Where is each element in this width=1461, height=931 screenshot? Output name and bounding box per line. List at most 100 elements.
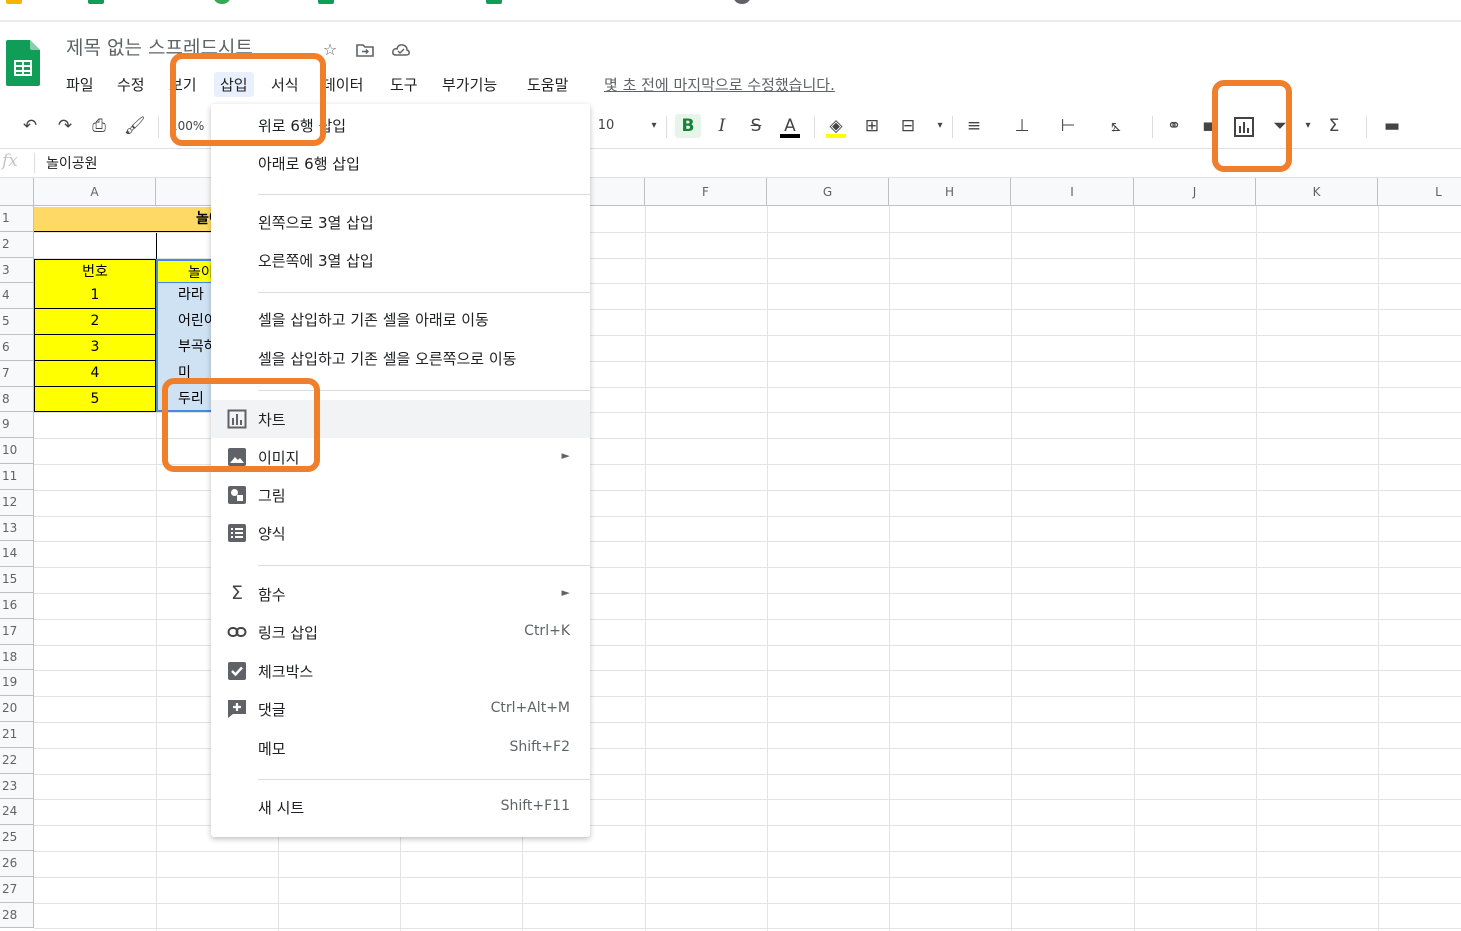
- font-size-select[interactable]: 10: [596, 114, 616, 138]
- insert-cells-shift-right-item[interactable]: 셀을 삽입하고 기존 셀을 오른쪽으로 이동: [211, 339, 590, 377]
- insert-form-item[interactable]: 양식: [211, 514, 590, 552]
- column-header-f[interactable]: F: [645, 178, 767, 206]
- merge-cells-icon[interactable]: ⊟: [898, 114, 918, 138]
- insert-cols-left-item[interactable]: 왼쪽으로 3열 삽입: [211, 203, 590, 241]
- row-header-13[interactable]: 13: [0, 515, 34, 542]
- row-header-4[interactable]: 4: [0, 283, 34, 310]
- bookmark-icon[interactable]: [734, 0, 750, 4]
- borders-icon[interactable]: ⊞: [862, 114, 882, 138]
- bold-button[interactable]: B: [675, 114, 701, 138]
- row-header-15[interactable]: 15: [0, 567, 34, 593]
- row-header-8[interactable]: 8: [0, 386, 34, 413]
- link-icon[interactable]: ⚭: [1164, 114, 1184, 138]
- align-horizontal-icon[interactable]: ≡: [964, 114, 984, 138]
- functions-button[interactable]: Σ: [1324, 114, 1344, 138]
- insert-checkbox-item[interactable]: 체크박스: [211, 652, 590, 690]
- row-header-23[interactable]: 23: [0, 773, 34, 800]
- formula-input[interactable]: 놀이공원: [46, 153, 98, 173]
- menu-tools[interactable]: 도구: [384, 72, 424, 97]
- menu-divider: [258, 779, 590, 780]
- insert-link-item[interactable]: 링크 삽입 Ctrl+K: [211, 613, 590, 651]
- bookmark-icon[interactable]: [318, 0, 334, 4]
- chevron-down-icon[interactable]: ▾: [1298, 114, 1318, 138]
- insert-comment-item[interactable]: 댓글 Ctrl+Alt+M: [211, 690, 590, 728]
- chevron-down-icon[interactable]: ▾: [930, 114, 950, 138]
- text-wrap-icon[interactable]: ⊢: [1058, 114, 1078, 138]
- chevron-down-icon[interactable]: ▾: [644, 114, 664, 138]
- redo-icon[interactable]: ↷: [55, 114, 75, 138]
- bookmark-icon[interactable]: [6, 0, 22, 4]
- column-header-g[interactable]: G: [767, 178, 889, 206]
- row-header-26[interactable]: 26: [0, 851, 34, 877]
- insert-rows-below-item[interactable]: 아래로 6행 삽입: [211, 144, 590, 182]
- align-vertical-icon[interactable]: ⊥: [1012, 114, 1032, 138]
- menu-help[interactable]: 도움말: [521, 72, 574, 97]
- print-icon[interactable]: ⎙: [89, 114, 109, 138]
- row-header-21[interactable]: 21: [0, 722, 34, 748]
- number-cell[interactable]: 5: [34, 386, 156, 413]
- text-rotate-icon[interactable]: ⦩: [1106, 114, 1126, 138]
- row-header-17[interactable]: 17: [0, 618, 34, 645]
- menu-file[interactable]: 파일: [60, 72, 100, 97]
- row-header-27[interactable]: 27: [0, 876, 34, 903]
- column-header-i[interactable]: I: [1011, 178, 1134, 206]
- paint-format-icon[interactable]: 🖌: [124, 114, 146, 138]
- input-tools-icon[interactable]: ▬: [1382, 114, 1402, 138]
- insert-drawing-item[interactable]: 그림: [211, 476, 590, 514]
- fx-icon: fx: [2, 151, 18, 171]
- number-cell[interactable]: 4: [34, 360, 156, 387]
- header-cell-number[interactable]: 번호: [34, 259, 156, 284]
- checkbox-icon: [228, 662, 246, 680]
- undo-icon[interactable]: ↶: [20, 114, 40, 138]
- column-header-h[interactable]: H: [889, 178, 1011, 206]
- menu-edit[interactable]: 수정: [111, 72, 151, 97]
- submenu-arrow-icon: ►: [561, 586, 570, 599]
- row-header-18[interactable]: 18: [0, 644, 34, 671]
- row-header-6[interactable]: 6: [0, 335, 34, 361]
- number-cell[interactable]: 1: [34, 283, 156, 310]
- strikethrough-button[interactable]: S: [746, 114, 766, 138]
- row-header-16[interactable]: 16: [0, 593, 34, 619]
- text-color-button[interactable]: A: [780, 114, 800, 138]
- row-header-12[interactable]: 12: [0, 489, 34, 516]
- row-header-5[interactable]: 5: [0, 309, 34, 335]
- menu-item-label: 링크 삽입: [258, 624, 318, 642]
- insert-cells-shift-down-item[interactable]: 셀을 삽입하고 기존 셀을 아래로 이동: [211, 300, 590, 338]
- move-folder-icon[interactable]: [355, 40, 375, 60]
- row-header-3[interactable]: 3: [0, 257, 34, 284]
- row-header-10[interactable]: 10: [0, 438, 34, 464]
- column-header-j[interactable]: J: [1134, 178, 1256, 206]
- insert-cols-right-item[interactable]: 오른쪽에 3열 삽입: [211, 241, 590, 279]
- row-header-7[interactable]: 7: [0, 360, 34, 387]
- number-cell[interactable]: 2: [34, 309, 156, 335]
- row-header-24[interactable]: 24: [0, 799, 34, 826]
- menu-item-label: 함수: [258, 586, 286, 604]
- bookmark-icon[interactable]: [486, 0, 502, 4]
- insert-new-sheet-item[interactable]: 새 시트 Shift+F11: [211, 788, 590, 826]
- bookmark-icon[interactable]: [214, 0, 230, 4]
- italic-button[interactable]: I: [712, 114, 732, 138]
- column-header-l[interactable]: L: [1378, 178, 1461, 206]
- insert-function-item[interactable]: Σ 함수 ►: [211, 575, 590, 613]
- row-header-20[interactable]: 20: [0, 696, 34, 722]
- row-header-14[interactable]: 14: [0, 541, 34, 568]
- number-cell[interactable]: 3: [34, 335, 156, 361]
- row-header-22[interactable]: 22: [0, 747, 34, 774]
- last-edit-link[interactable]: 몇 초 전에 마지막으로 수정했습니다.: [604, 74, 835, 95]
- row-header-28[interactable]: 28: [0, 902, 34, 929]
- cloud-status-icon[interactable]: [391, 40, 411, 60]
- row-header-2[interactable]: 2: [0, 231, 34, 258]
- fill-color-icon[interactable]: ◈: [826, 114, 846, 138]
- row-header-1[interactable]: 1: [0, 206, 34, 232]
- insert-note-item[interactable]: 메모 Shift+F2: [211, 729, 590, 767]
- row-header-25[interactable]: 25: [0, 825, 34, 851]
- column-header-k[interactable]: K: [1256, 178, 1378, 206]
- menu-addons[interactable]: 부가기능: [436, 72, 503, 97]
- bookmark-icon[interactable]: [88, 0, 104, 4]
- column-header-a[interactable]: A: [34, 178, 156, 206]
- row-header-9[interactable]: 9: [0, 412, 34, 439]
- row-header-19[interactable]: 19: [0, 670, 34, 697]
- sheets-logo-icon[interactable]: [6, 40, 40, 86]
- select-all-corner[interactable]: [0, 178, 34, 206]
- row-header-11[interactable]: 11: [0, 464, 34, 490]
